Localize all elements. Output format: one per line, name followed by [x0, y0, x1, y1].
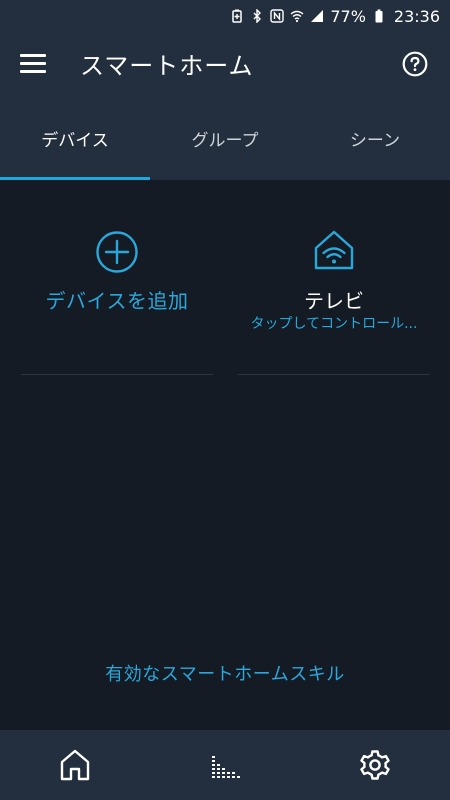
tab-devices[interactable]: デバイス: [0, 96, 150, 180]
battery-icon: [372, 9, 386, 23]
signal-icon: [310, 9, 324, 23]
status-bar: 77% 23:36: [0, 0, 450, 32]
clock-time: 23:36: [393, 6, 440, 26]
tab-bar: デバイス グループ シーン: [0, 96, 450, 180]
device-card-tv[interactable]: テレビ タップしてコントロール...: [238, 180, 430, 375]
wifi-icon: [290, 9, 304, 23]
bluetooth-icon: [250, 9, 264, 23]
tab-groups[interactable]: グループ: [150, 96, 300, 180]
card-divider: [238, 374, 430, 375]
add-device-label: デバイスを追加: [45, 289, 189, 313]
home-icon[interactable]: [58, 748, 92, 782]
page-title: スマートホーム: [80, 52, 254, 80]
smart-home-wifi-icon: [312, 228, 356, 272]
device-list: デバイスを追加 テレビ タップしてコントロール... 有効なスマートホームスキル: [0, 180, 450, 730]
activity-icon[interactable]: [208, 748, 242, 782]
battery-saver-icon: [230, 9, 244, 23]
hamburger-menu-icon[interactable]: [20, 52, 48, 76]
card-divider: [21, 374, 213, 375]
smart-home-skills-link[interactable]: 有効なスマートホームスキル: [0, 660, 450, 686]
app-bar: スマートホーム: [0, 32, 450, 96]
add-circle-icon: [95, 230, 139, 274]
settings-icon[interactable]: [358, 748, 392, 782]
device-subtitle: タップしてコントロール...: [250, 316, 418, 332]
bottom-navigation: [0, 730, 450, 800]
tab-scenes[interactable]: シーン: [300, 96, 450, 180]
device-name: テレビ: [304, 289, 364, 313]
add-device-card[interactable]: デバイスを追加: [21, 180, 213, 375]
nfc-icon: [270, 9, 285, 23]
battery-percentage: 77%: [330, 6, 366, 26]
help-question-icon[interactable]: [402, 51, 428, 77]
